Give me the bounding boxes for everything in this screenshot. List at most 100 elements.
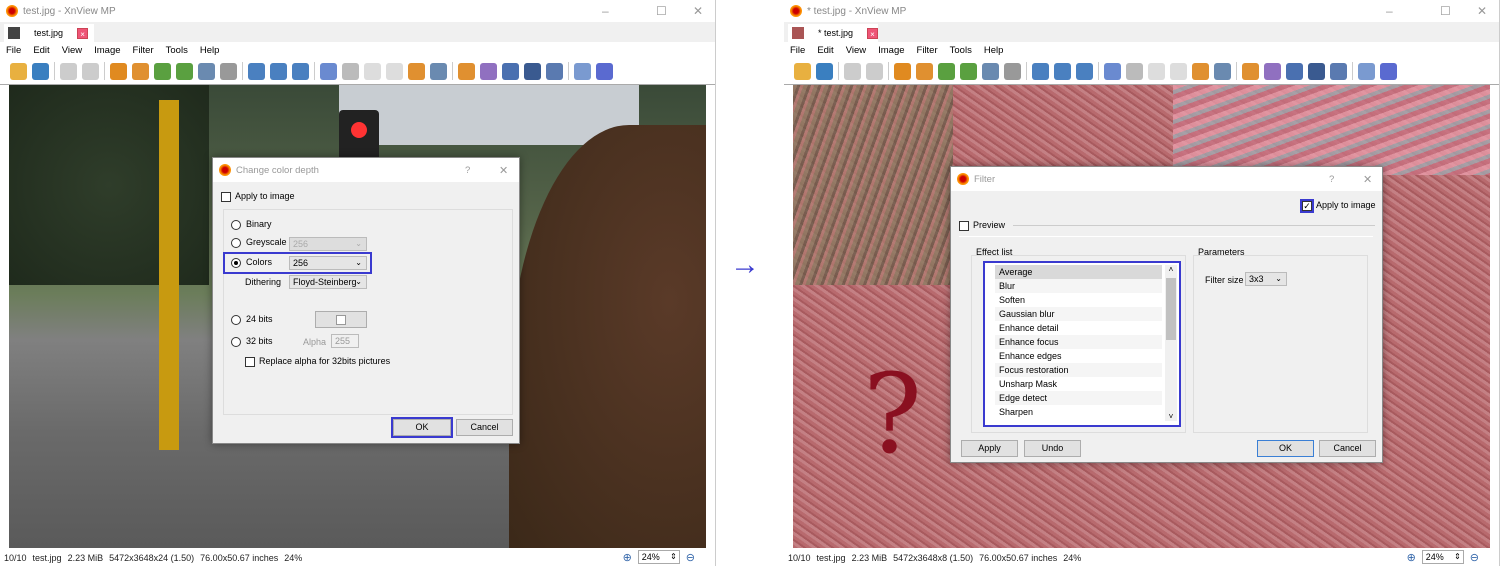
menu-tools[interactable]: Tools <box>166 45 188 56</box>
effect-list[interactable]: Average Blur Soften Gaussian blur Enhanc… <box>983 261 1181 427</box>
filter-size-select[interactable]: 3x3 ⌄ <box>1245 272 1287 286</box>
crop-icon[interactable] <box>894 62 911 80</box>
apply-button[interactable]: Apply <box>961 440 1018 457</box>
first-icon[interactable] <box>1148 62 1165 80</box>
fullscreen-icon[interactable] <box>1242 62 1259 80</box>
24-bits-radio[interactable]: 24 bits <box>231 314 273 325</box>
minimize-button[interactable]: – <box>602 4 609 18</box>
rotate-right-icon[interactable] <box>176 62 193 80</box>
scan-icon[interactable] <box>1308 62 1325 80</box>
scroll-up-icon[interactable]: ˄ <box>1165 265 1177 274</box>
zoom-in-icon[interactable] <box>248 62 265 80</box>
dithering-select[interactable]: Floyd-Steinberg ⌄ <box>289 275 367 289</box>
menu-file[interactable]: File <box>790 45 805 56</box>
help-icon[interactable] <box>1380 62 1397 80</box>
preview-checkbox[interactable]: Preview <box>959 220 1005 231</box>
menu-file[interactable]: File <box>6 45 21 56</box>
zoom-in-icon[interactable] <box>1032 62 1049 80</box>
capture-icon[interactable] <box>546 62 563 80</box>
rotate-left-icon[interactable] <box>154 62 171 80</box>
menu-view[interactable]: View <box>846 45 866 56</box>
apply-to-image-checkbox[interactable]: ✓ Apply to image <box>1300 198 1376 213</box>
slideshow-icon[interactable] <box>408 62 425 80</box>
ok-button[interactable]: OK <box>1257 440 1314 457</box>
rotate-right-icon[interactable] <box>960 62 977 80</box>
adjust-colors-icon[interactable] <box>198 62 215 80</box>
ok-button[interactable]: OK <box>391 417 453 438</box>
crop-icon[interactable] <box>110 62 127 80</box>
effect-item[interactable]: Enhance detail <box>995 321 1162 335</box>
menu-view[interactable]: View <box>62 45 82 56</box>
zoom-1to1-icon[interactable] <box>270 62 287 80</box>
menu-image[interactable]: Image <box>94 45 120 56</box>
effect-item[interactable]: Sharpen <box>995 405 1162 419</box>
first-icon[interactable] <box>364 62 381 80</box>
save-icon[interactable] <box>816 62 833 80</box>
maximize-button[interactable]: ☐ <box>1440 4 1451 18</box>
menu-help[interactable]: Help <box>984 45 1004 56</box>
browser-icon[interactable] <box>10 62 27 80</box>
effect-item[interactable]: Blur <box>995 279 1162 293</box>
effect-item[interactable]: Focus restoration <box>995 363 1162 377</box>
menu-tools[interactable]: Tools <box>950 45 972 56</box>
resize-icon[interactable] <box>132 62 149 80</box>
undo-icon[interactable] <box>844 62 861 80</box>
menu-image[interactable]: Image <box>878 45 904 56</box>
settings-icon[interactable] <box>574 62 591 80</box>
zoom-spinbox[interactable]: 24% <box>1421 550 1464 564</box>
help-icon[interactable] <box>596 62 613 80</box>
redo-icon[interactable] <box>866 62 883 80</box>
tab-test-jpg[interactable]: * test.jpg × <box>788 24 879 42</box>
help-button[interactable]: ? <box>465 165 470 176</box>
color-picker-button[interactable] <box>315 311 367 328</box>
histogram-icon[interactable] <box>1004 62 1021 80</box>
adjust-colors-icon[interactable] <box>982 62 999 80</box>
zoom-out-icon[interactable]: ⊖ <box>1470 551 1479 564</box>
greyscale-select[interactable]: 256 ⌄ <box>289 237 367 251</box>
undo-button[interactable]: Undo <box>1024 440 1081 457</box>
print-icon[interactable] <box>502 62 519 80</box>
zoom-out-icon[interactable]: ⊖ <box>686 551 695 564</box>
effect-item[interactable]: Enhance edges <box>995 349 1162 363</box>
effect-item[interactable]: Soften <box>995 293 1162 307</box>
edit-text-icon[interactable] <box>480 62 497 80</box>
cancel-button[interactable]: Cancel <box>456 419 513 436</box>
scrollbar[interactable]: ˄ ˅ <box>1165 265 1177 421</box>
zoom-out-icon[interactable] <box>292 62 309 80</box>
close-button[interactable]: ✕ <box>499 164 508 177</box>
zoom-out-icon[interactable] <box>1076 62 1093 80</box>
cancel-button[interactable]: Cancel <box>1319 440 1376 457</box>
close-button[interactable]: ✕ <box>1477 4 1487 18</box>
resize-icon[interactable] <box>916 62 933 80</box>
last-icon[interactable] <box>386 62 403 80</box>
zoom-in-icon[interactable]: ⊕ <box>1407 551 1416 564</box>
zoom-1to1-icon[interactable] <box>1054 62 1071 80</box>
previous-icon[interactable] <box>320 62 337 80</box>
colors-radio[interactable]: Colors <box>231 257 272 268</box>
edit-text-icon[interactable] <box>1264 62 1281 80</box>
zoom-spinbox[interactable]: 24% <box>637 550 680 564</box>
last-icon[interactable] <box>1170 62 1187 80</box>
tab-test-jpg[interactable]: test.jpg × <box>4 24 94 42</box>
zoom-in-icon[interactable]: ⊕ <box>623 551 632 564</box>
menu-filter[interactable]: Filter <box>133 45 154 56</box>
print-icon[interactable] <box>1286 62 1303 80</box>
undo-icon[interactable] <box>60 62 77 80</box>
menu-edit[interactable]: Edit <box>33 45 49 56</box>
apply-to-image-checkbox[interactable]: Apply to image <box>221 191 295 202</box>
effect-item[interactable]: Unsharp Mask <box>995 377 1162 391</box>
binary-radio[interactable]: Binary <box>231 219 272 230</box>
scroll-down-icon[interactable]: ˅ <box>1165 412 1177 421</box>
slideshow-icon[interactable] <box>1192 62 1209 80</box>
maximize-button[interactable]: ☐ <box>656 4 667 18</box>
next-icon[interactable] <box>342 62 359 80</box>
effect-item[interactable]: Gaussian blur <box>995 307 1162 321</box>
greyscale-radio[interactable]: Greyscale <box>231 237 287 248</box>
replace-alpha-checkbox[interactable]: Replace alpha for 32bits pictures <box>245 356 390 367</box>
histogram-icon[interactable] <box>220 62 237 80</box>
menu-filter[interactable]: Filter <box>917 45 938 56</box>
close-button[interactable]: ✕ <box>1363 173 1372 186</box>
tab-close-icon[interactable]: × <box>77 27 89 39</box>
info-icon[interactable] <box>1214 62 1231 80</box>
rotate-left-icon[interactable] <box>938 62 955 80</box>
